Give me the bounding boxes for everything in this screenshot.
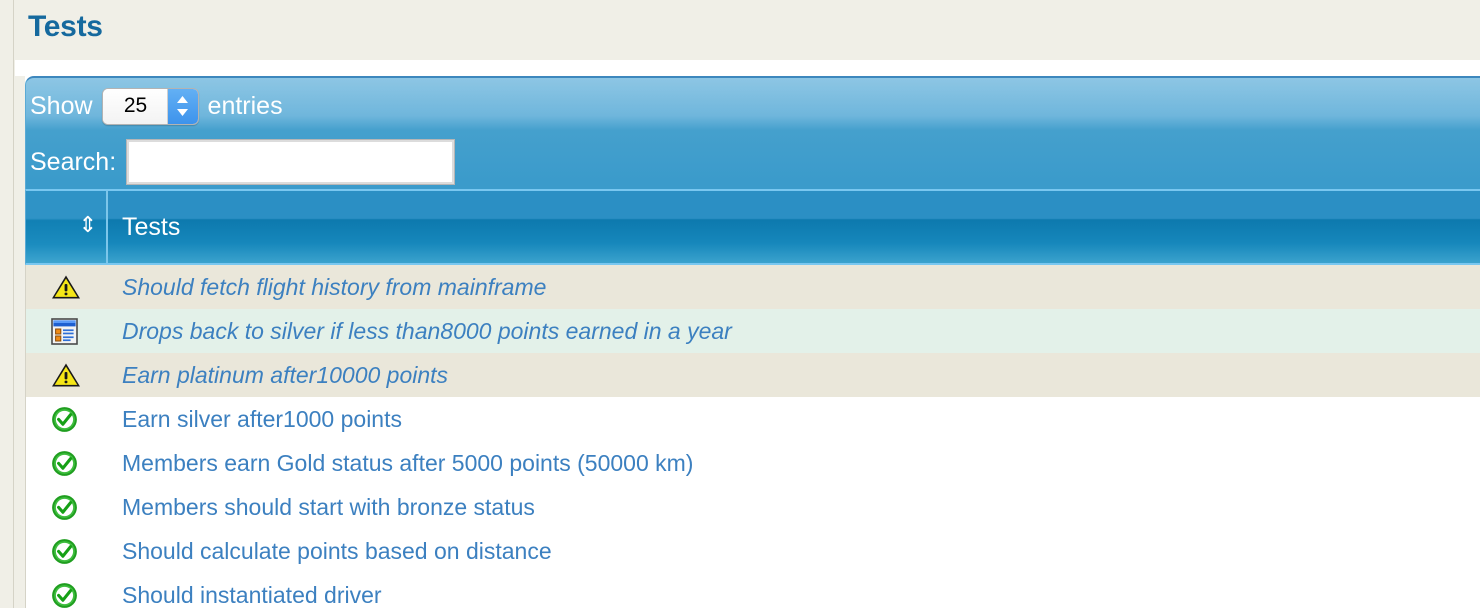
entries-per-page-select[interactable]: 25 [101,87,199,125]
search-input[interactable] [126,138,456,185]
cell-status [26,406,108,433]
cell-status [26,274,108,300]
success-check-icon [51,450,78,477]
column-header-status[interactable]: ⇕ [26,191,108,263]
cell-test-name[interactable]: Members earn Gold status after 5000 poin… [108,449,1480,477]
page-title: Tests [28,10,103,43]
datatable-controls: Show 25 entries Search: [25,76,1480,189]
cell-status [26,450,108,477]
table-header-row: ⇕ Tests [25,189,1480,265]
cell-test-name[interactable]: Earn platinum after10000 points [108,361,1480,389]
cell-status [26,582,108,608]
cell-test-name[interactable]: Should calculate points based on distanc… [108,537,1480,565]
success-check-icon [51,494,78,521]
report-window-icon [51,317,78,345]
tests-datatable: Show 25 entries Search: ⇕ Tests Should f… [25,76,1480,608]
success-check-icon [51,582,78,608]
white-spacer-band [15,60,1480,76]
entries-per-page-value: 25 [102,88,169,124]
table-row[interactable]: Earn platinum after10000 points [25,353,1480,397]
page-root: Tests Show 25 entries Search: ⇕ Tests Sh… [0,0,1480,608]
success-check-icon [51,538,78,565]
table-row[interactable]: Drops back to silver if less than8000 po… [25,309,1480,353]
warning-triangle-icon [51,274,81,300]
table-row[interactable]: Members earn Gold status after 5000 poin… [25,441,1480,485]
table-row[interactable]: Should fetch flight history from mainfra… [25,265,1480,309]
cell-status [26,538,108,565]
cell-test-name[interactable]: Should instantiated driver [108,581,1480,608]
cell-status [26,317,108,345]
cell-status [26,494,108,521]
table-body: Should fetch flight history from mainfra… [25,265,1480,608]
column-header-tests[interactable]: Tests [108,191,1480,263]
stepper-arrows-icon[interactable] [166,88,198,124]
table-row[interactable]: Members should start with bronze status [25,485,1480,529]
table-row[interactable]: Should instantiated driver [25,573,1480,608]
warning-triangle-icon [51,362,81,388]
left-gutter [0,0,14,608]
success-check-icon [51,406,78,433]
entries-label: entries [207,92,283,120]
filter-control-row: Search: [26,134,1480,189]
cell-test-name[interactable]: Earn silver after1000 points [108,405,1480,433]
table-row[interactable]: Should calculate points based on distanc… [25,529,1480,573]
cell-status [26,362,108,388]
show-label: Show [30,92,93,120]
search-label: Search: [30,147,117,176]
cell-test-name[interactable]: Members should start with bronze status [108,493,1480,521]
sort-both-icon: ⇕ [78,212,97,237]
table-row[interactable]: Earn silver after1000 points [25,397,1480,441]
title-band: Tests [15,0,1480,60]
cell-test-name[interactable]: Should fetch flight history from mainfra… [108,273,1480,301]
column-header-tests-label: Tests [122,213,181,241]
length-control-row: Show 25 entries [26,78,1480,134]
cell-test-name[interactable]: Drops back to silver if less than8000 po… [108,317,1480,345]
